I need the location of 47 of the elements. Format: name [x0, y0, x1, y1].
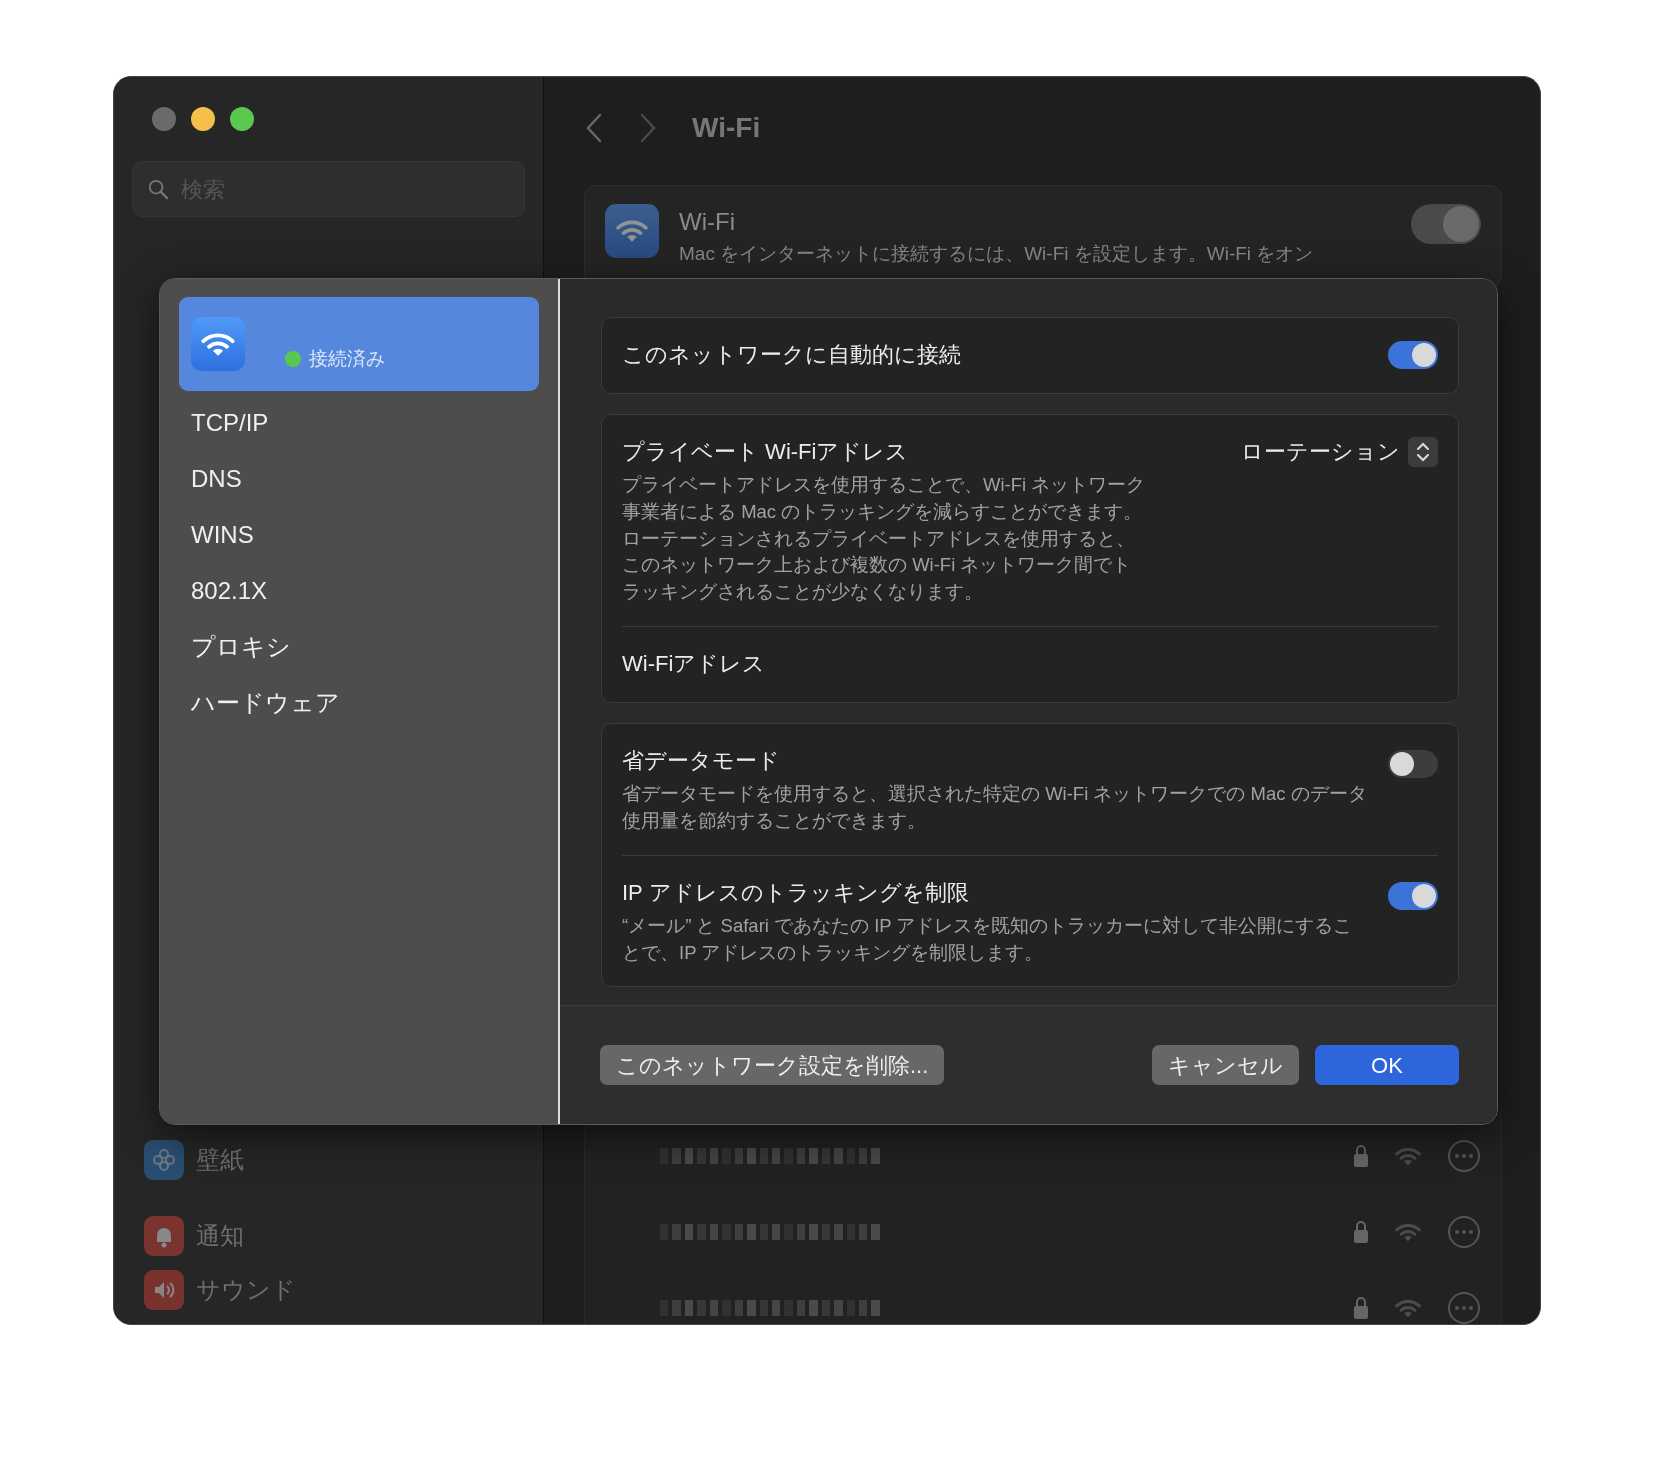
- toggle-switch[interactable]: [1388, 340, 1438, 369]
- bell-icon: [144, 1216, 184, 1256]
- window-title: Wi-Fi: [692, 111, 761, 145]
- wifi-icon: [191, 317, 245, 371]
- toggle-switch[interactable]: [1388, 881, 1438, 910]
- setting-title: IP アドレスのトラッキングを制限: [622, 878, 970, 907]
- minimize-button[interactable]: [191, 107, 215, 131]
- zoom-button[interactable]: [230, 107, 254, 131]
- speaker-icon: [144, 1270, 184, 1310]
- setting-title: 省データモード: [622, 747, 781, 776]
- dialog-button[interactable]: このネットワーク設定を削除...: [600, 1045, 945, 1086]
- setting-title: Wi-Fiアドレス: [622, 650, 767, 679]
- toggle-switch[interactable]: [1388, 750, 1438, 779]
- more-icon[interactable]: [1447, 1291, 1481, 1324]
- close-button[interactable]: [152, 107, 176, 131]
- forward-icon[interactable]: [638, 112, 658, 144]
- search-icon: [147, 177, 169, 201]
- lock-icon: [1353, 1144, 1369, 1168]
- status-label: 接続済み: [309, 346, 385, 371]
- dialog-button[interactable]: キャンセル: [1152, 1045, 1299, 1086]
- wifi-icon: [1395, 1145, 1421, 1167]
- sheet-sidebar-item[interactable]: プロキシ: [179, 619, 539, 675]
- wifi-icon: [1395, 1297, 1421, 1319]
- stepper-icon: [1408, 436, 1438, 467]
- setting-description: 省データモードを使用すると、選択された特定の Wi-Fi ネットワークでの Mac のデータ使用量を節約することができます。: [622, 782, 1368, 833]
- lock-icon: [1353, 1220, 1369, 1244]
- wifi-toggle[interactable]: [1411, 204, 1481, 244]
- wifi-card-description: Mac をインターネットに接続するには、Wi-Fi を設定します。Wi-Fi をオン: [679, 242, 1315, 266]
- popup-button[interactable]: ローテーション: [1241, 435, 1438, 468]
- sheet-sidebar-item[interactable]: DNS: [179, 451, 539, 507]
- sheet-sidebar-item[interactable]: ハードウェア: [179, 675, 539, 731]
- setting-description: “メール” と Safari であなたの IP アドレスを既知のトラッカーに対して非公開にすることで、IP アドレスのトラッキングを制限します。: [622, 913, 1354, 965]
- wifi-icon: [605, 204, 659, 258]
- flower-icon: [144, 1140, 184, 1180]
- more-icon[interactable]: [1447, 1215, 1481, 1249]
- back-icon[interactable]: [584, 112, 604, 144]
- ok-button[interactable]: OK: [1315, 1045, 1459, 1086]
- sheet-sidebar-item[interactable]: WINS: [179, 507, 539, 563]
- setting-description: プライベートアドレスを使用することで、Wi-Fi ネットワーク事業者による Mac のトラッキングを減らすことができます。ローテーションされるプライベートアドレスを使用すると、このネットワーク上および複数の Wi-Fi ネットワーク間でトラッキングされることが少なくなります。: [622, 473, 1147, 605]
- wifi-icon: [1395, 1221, 1421, 1243]
- setting-title: プライベート Wi-Fiアドレス: [622, 438, 910, 466]
- wifi-card-title: Wi-Fi: [679, 207, 736, 237]
- lock-icon: [1353, 1296, 1369, 1320]
- more-icon[interactable]: [1447, 1139, 1481, 1173]
- sheet-sidebar-item[interactable]: TCP/IP: [179, 395, 539, 451]
- setting-title: このネットワークに自動的に接続: [622, 341, 962, 369]
- sheet-sidebar-item[interactable]: 802.1X: [179, 563, 539, 619]
